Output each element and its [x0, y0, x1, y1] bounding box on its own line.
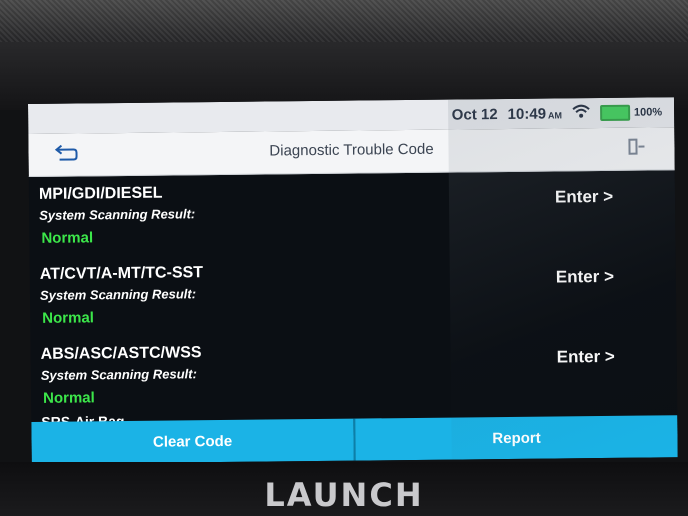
report-button[interactable]: Report — [353, 415, 678, 461]
system-row: AT/CVT/A-MT/TC-SST System Scanning Resul… — [30, 249, 677, 336]
system-name: MPI/GDI/DIESEL — [38, 184, 163, 203]
device-bezel-top — [0, 0, 688, 110]
battery-icon — [599, 104, 631, 122]
enter-button[interactable]: Enter > — [556, 267, 614, 288]
status-time: 10:49 — [507, 105, 547, 123]
system-row: ABS/ASC/ASTC/WSS System Scanning Result:… — [30, 329, 677, 416]
system-name: AT/CVT/A-MT/TC-SST — [39, 264, 204, 283]
enter-button[interactable]: Enter > — [557, 347, 615, 368]
wifi-icon — [572, 104, 590, 122]
status-time-group: 10:49 AM — [507, 105, 563, 123]
action-bar: Clear Code Report — [31, 415, 678, 464]
battery-level: 100% — [633, 106, 663, 119]
scan-result-label: System Scanning Result: — [39, 286, 197, 303]
scan-result-value: Normal — [42, 389, 95, 407]
exit-button[interactable] — [622, 135, 650, 161]
system-list: MPI/GDI/DIESEL System Scanning Result: N… — [29, 169, 677, 416]
clear-code-button[interactable]: Clear Code — [31, 418, 354, 464]
battery-indicator: 100% — [599, 104, 663, 122]
status-ampm: AM — [547, 109, 563, 121]
system-name: ABS/ASC/ASTC/WSS — [40, 344, 202, 363]
status-date: Oct 12 — [451, 105, 498, 124]
device-screen: Oct 12 10:49 AM 100% Diagnostic Trouble … — [28, 97, 678, 464]
system-row: MPI/GDI/DIESEL System Scanning Result: N… — [29, 169, 676, 256]
page-title: Diagnostic Trouble Code — [269, 140, 434, 160]
scan-result-label: System Scanning Result: — [40, 366, 197, 383]
scan-result-value: Normal — [42, 309, 95, 327]
exit-door-icon — [627, 137, 645, 160]
enter-button[interactable]: Enter > — [555, 187, 613, 208]
scan-result-value: Normal — [41, 229, 94, 247]
brand-logo: LAUNCH — [264, 476, 424, 514]
scan-result-label: System Scanning Result: — [39, 206, 196, 223]
